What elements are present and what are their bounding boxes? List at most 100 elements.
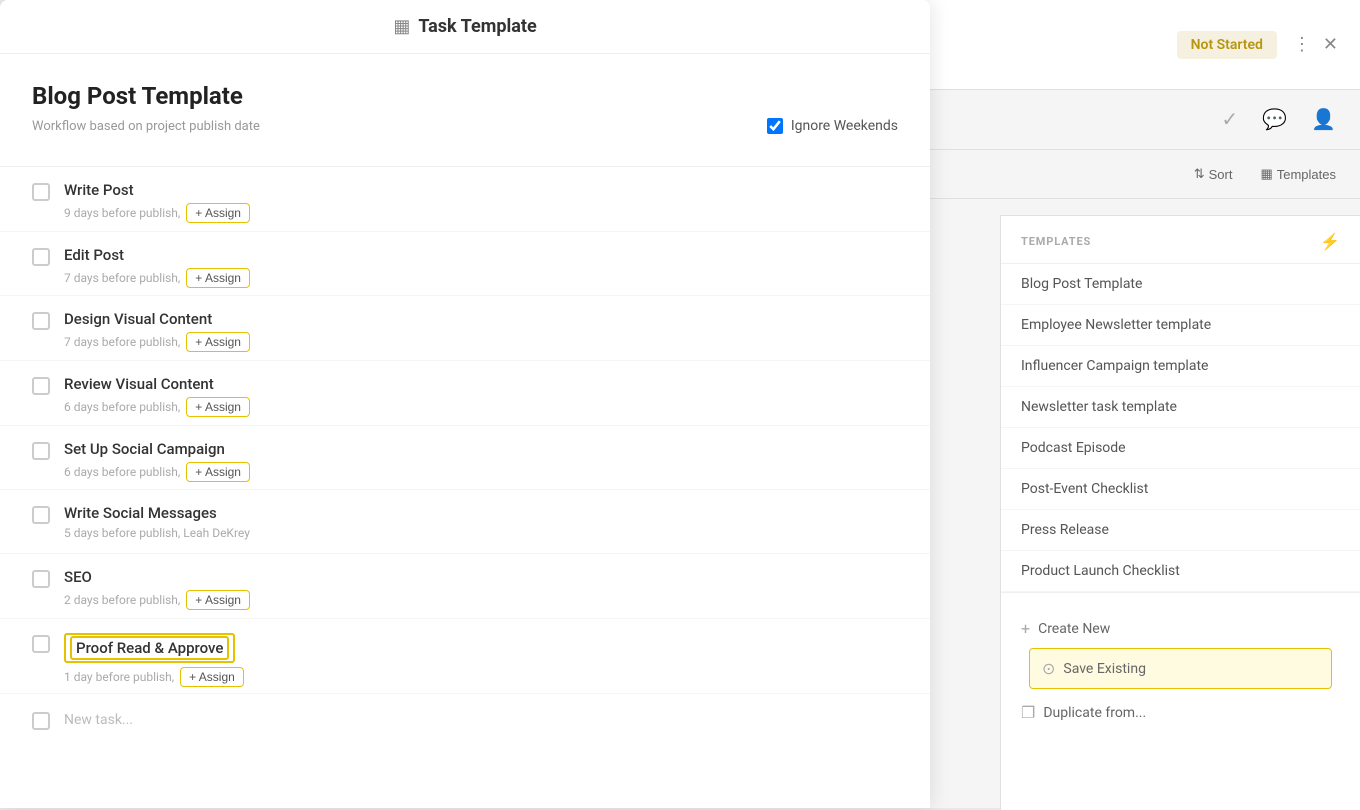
template-item-1[interactable]: Blog Post Template — [1001, 264, 1360, 305]
task-template-icon: ▦ — [393, 16, 410, 37]
template-item-7[interactable]: Press Release — [1001, 510, 1360, 551]
task-name-5: Set Up Social Campaign — [64, 440, 898, 458]
task-info-3: Design Visual Content 7 days before publ… — [64, 310, 898, 352]
task-checkbox-8[interactable] — [32, 635, 50, 653]
task-checkbox-7[interactable] — [32, 570, 50, 588]
task-name-2: Edit Post — [64, 246, 898, 264]
task-date-6: 5 days before publish, Leah DeKrey — [64, 526, 250, 540]
close-button[interactable]: ✕ — [1317, 30, 1344, 59]
sort-label: Sort — [1209, 167, 1233, 182]
assign-button-2[interactable]: + Assign — [186, 268, 250, 288]
sort-button[interactable]: ⇅ Sort — [1186, 162, 1241, 186]
task-checkbox-6[interactable] — [32, 506, 50, 524]
task-info-5: Set Up Social Campaign 6 days before pub… — [64, 440, 898, 482]
task-checkbox-5[interactable] — [32, 442, 50, 460]
task-info-2: Edit Post 7 days before publish, + Assig… — [64, 246, 898, 288]
new-task-checkbox[interactable] — [32, 712, 50, 730]
templates-icon: ▦ — [1260, 166, 1272, 182]
task-meta-1: 9 days before publish, + Assign — [64, 203, 898, 223]
task-info-6: Write Social Messages 5 days before publ… — [64, 504, 898, 540]
task-name-4: Review Visual Content — [64, 375, 898, 393]
sort-icon: ⇅ — [1194, 166, 1205, 182]
duplicate-from-action[interactable]: ❐ Duplicate from... — [1021, 693, 1340, 732]
template-item-4[interactable]: Newsletter task template — [1001, 387, 1360, 428]
task-row-8: Proof Read & Approve 1 day before publis… — [0, 619, 930, 694]
templates-list: Blog Post Template Employee Newsletter t… — [1001, 264, 1360, 592]
task-row-7: SEO 2 days before publish, + Assign — [0, 554, 930, 619]
task-checkbox-4[interactable] — [32, 377, 50, 395]
task-meta-2: 7 days before publish, + Assign — [64, 268, 898, 288]
assign-button-5[interactable]: + Assign — [186, 462, 250, 482]
tasks-header: ⇅ Sort ▦ Templates — [921, 150, 1360, 199]
assign-button-8[interactable]: + Assign — [180, 667, 244, 687]
new-task-row: New task... — [0, 694, 930, 746]
check-icon-button[interactable]: ✓ — [1213, 103, 1246, 136]
assign-button-7[interactable]: + Assign — [186, 590, 250, 610]
tasks-area: Write Post 9 days before publish, + Assi… — [0, 166, 930, 746]
templates-actions: + Create New ⊙ Save Existing ❐ Duplicate… — [1001, 592, 1360, 748]
task-meta-8: 1 day before publish, + Assign — [64, 667, 898, 687]
more-options-button[interactable]: ⋮ — [1287, 30, 1317, 59]
main-panel: ▦ Task Template Blog Post Template Workf… — [0, 0, 930, 808]
templates-label: Templates — [1277, 167, 1336, 182]
task-info-1: Write Post 9 days before publish, + Assi… — [64, 181, 898, 223]
task-name-3: Design Visual Content — [64, 310, 898, 328]
task-row-5: Set Up Social Campaign 6 days before pub… — [0, 426, 930, 491]
plus-icon: + — [1021, 619, 1030, 638]
task-date-2: 7 days before publish, — [64, 271, 180, 285]
task-row-6: Write Social Messages 5 days before publ… — [0, 490, 930, 554]
template-name: Blog Post Template — [32, 82, 898, 110]
task-name-7: SEO — [64, 568, 898, 586]
status-bar: Not Started ⋮ ✕ — [921, 0, 1360, 90]
task-row-1: Write Post 9 days before publish, + Assi… — [0, 167, 930, 232]
templates-panel-header: TEMPLATES ⚡ — [1001, 216, 1360, 264]
task-info-4: Review Visual Content 6 days before publ… — [64, 375, 898, 417]
person-icon-button[interactable]: 👤 — [1303, 103, 1344, 136]
task-date-5: 6 days before publish, — [64, 465, 180, 479]
template-item-5[interactable]: Podcast Episode — [1001, 428, 1360, 469]
task-info-8: Proof Read & Approve 1 day before publis… — [64, 633, 898, 687]
ignore-weekends-label: Ignore Weekends — [791, 118, 898, 134]
create-new-action[interactable]: + Create New — [1021, 609, 1340, 648]
task-checkbox-1[interactable] — [32, 183, 50, 201]
task-row-3: Design Visual Content 7 days before publ… — [0, 296, 930, 361]
task-date-8: 1 day before publish, — [64, 670, 174, 684]
task-meta-3: 7 days before publish, + Assign — [64, 332, 898, 352]
ignore-weekends-row: Ignore Weekends — [767, 118, 898, 134]
save-icon: ⊙ — [1042, 659, 1055, 678]
task-info-7: SEO 2 days before publish, + Assign — [64, 568, 898, 610]
task-meta-7: 2 days before publish, + Assign — [64, 590, 898, 610]
new-task-placeholder[interactable]: New task... — [64, 712, 133, 728]
task-name-1: Write Post — [64, 181, 898, 199]
template-content: Blog Post Template Workflow based on pro… — [0, 54, 930, 150]
task-date-1: 9 days before publish, — [64, 206, 180, 220]
templates-button[interactable]: ▦ Templates — [1252, 162, 1344, 186]
task-row-4: Review Visual Content 6 days before publ… — [0, 361, 930, 426]
template-item-6[interactable]: Post-Event Checklist — [1001, 469, 1360, 510]
status-badge: Not Started — [1177, 31, 1277, 59]
assign-button-4[interactable]: + Assign — [186, 397, 250, 417]
duplicate-from-label: Duplicate from... — [1043, 705, 1146, 721]
save-existing-label: Save Existing — [1063, 661, 1146, 677]
template-item-8[interactable]: Product Launch Checklist — [1001, 551, 1360, 592]
task-name-6: Write Social Messages — [64, 504, 898, 522]
task-checkbox-3[interactable] — [32, 312, 50, 330]
templates-panel: TEMPLATES ⚡ Blog Post Template Employee … — [1000, 215, 1360, 810]
task-name-8: Proof Read & Approve — [64, 633, 235, 663]
task-date-4: 6 days before publish, — [64, 400, 180, 414]
task-date-7: 2 days before publish, — [64, 593, 180, 607]
task-meta-4: 6 days before publish, + Assign — [64, 397, 898, 417]
lightning-icon: ⚡ — [1320, 232, 1340, 251]
save-existing-action[interactable]: ⊙ Save Existing — [1029, 648, 1332, 689]
task-checkbox-2[interactable] — [32, 248, 50, 266]
assign-button-3[interactable]: + Assign — [186, 332, 250, 352]
task-row-2: Edit Post 7 days before publish, + Assig… — [0, 232, 930, 297]
task-date-3: 7 days before publish, — [64, 335, 180, 349]
main-panel-header: ▦ Task Template — [0, 0, 930, 54]
template-item-3[interactable]: Influencer Campaign template — [1001, 346, 1360, 387]
assign-button-1[interactable]: + Assign — [186, 203, 250, 223]
task-meta-5: 6 days before publish, + Assign — [64, 462, 898, 482]
comment-icon-button[interactable]: 💬 — [1254, 103, 1295, 136]
ignore-weekends-checkbox[interactable] — [767, 118, 783, 134]
template-item-2[interactable]: Employee Newsletter template — [1001, 305, 1360, 346]
